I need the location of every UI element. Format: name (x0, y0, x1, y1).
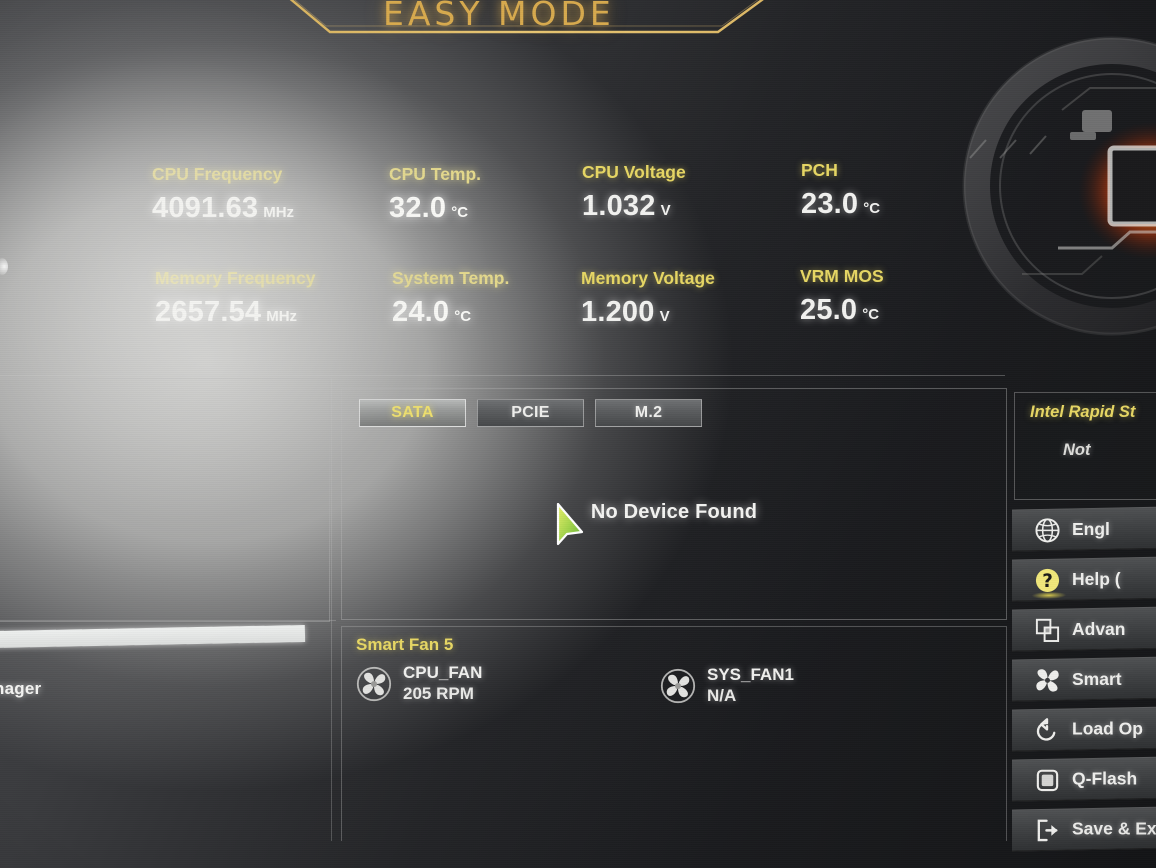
bios-easy-mode-screen: EASY MODE CPU Frequency 4091.63 MHz CPU T… (0, 0, 1156, 868)
monitor-cell-memory-frequency: Memory Frequency 2657.54 MHz (155, 268, 315, 329)
monitor-value: 1.032 V (582, 190, 686, 223)
globe-icon (1035, 517, 1060, 542)
advanced-mode-icon (1035, 618, 1060, 642)
fan-text-block: SYS_FAN1 N/A (707, 665, 794, 706)
fan-icon (1036, 668, 1059, 692)
monitor-label: System Temp. (392, 268, 510, 288)
menu-item-label: Save & Ex (1072, 818, 1156, 839)
menu-item-q-flash[interactable]: Q-Flash (1012, 756, 1156, 802)
monitor-unit: °C (454, 308, 472, 325)
monitor-unit: MHz (266, 308, 298, 325)
fan-icon (356, 666, 392, 701)
menu-item-label: Smart (1072, 668, 1122, 689)
monitor-cell-pch: PCH 23.0 °C (801, 160, 880, 221)
intel-rapid-start-panel: Intel Rapid St Not (1014, 392, 1156, 500)
monitor-value: 32.0 °C (389, 192, 481, 225)
monitor-unit: °C (862, 306, 880, 323)
storage-info-panel: SATA PCIE M.2 No Device Found (341, 388, 1007, 620)
monitor-cell-vrm-mos: VRM MOS 25.0 °C (800, 266, 884, 327)
menu-item-label: Advan (1072, 618, 1126, 639)
monitor-value: 25.0 °C (800, 294, 884, 327)
menu-item-label: Q-Flash (1072, 768, 1138, 789)
monitor-number: 1.200 (581, 296, 655, 328)
exit-arrow-icon (1037, 819, 1058, 841)
fan-reading: N/A (707, 685, 737, 705)
monitor-label: CPU Temp. (389, 164, 482, 184)
menu-item-save-and-exit[interactable]: Save & Ex (1012, 806, 1156, 852)
menu-item-label: Load Op (1072, 718, 1143, 739)
chip-icon (1036, 769, 1059, 791)
no-device-message: No Device Found (590, 500, 758, 523)
monitor-number: 32.0 (389, 192, 447, 224)
fan-name: SYS_FAN1 (707, 665, 794, 684)
left-info-panel (0, 378, 330, 622)
monitor-number: 25.0 (800, 294, 858, 326)
right-side-menu: Engl ? Help ( Advan Smart Load Op Q-Flas… (1012, 506, 1156, 858)
monitor-label: CPU Voltage (582, 162, 686, 182)
monitor-unit: V (660, 202, 671, 219)
undo-arrow-icon (1036, 717, 1056, 741)
monitor-cell-cpu-temp: CPU Temp. 32.0 °C (389, 164, 481, 225)
smart-fan-panel: Smart Fan 5 CPU_FAN 205 RPM SYS_FAN1 N/A (341, 626, 1007, 841)
intel-rapid-start-status: Not (1063, 441, 1091, 459)
intel-rapid-start-title: Intel Rapid St (1030, 403, 1136, 421)
left-selection-highlight-bar[interactable] (0, 624, 306, 649)
fan-text-block: CPU_FAN 205 RPM (403, 663, 482, 704)
svg-text:?: ? (1042, 571, 1053, 592)
left-truncated-label: nager (0, 679, 42, 698)
monitor-cell-cpu-voltage: CPU Voltage 1.032 V (582, 162, 686, 223)
monitor-label: VRM MOS (800, 266, 884, 286)
monitor-number: 23.0 (801, 188, 859, 220)
menu-item-label: Engl (1072, 518, 1110, 539)
monitor-number: 1.032 (582, 190, 656, 222)
monitor-number: 2657.54 (155, 296, 262, 328)
menu-item-help[interactable]: ? Help ( (1012, 556, 1156, 602)
divider-vertical-left (331, 378, 332, 841)
monitor-value: 1.200 V (581, 296, 715, 329)
fan-entry-cpu-fan[interactable]: CPU_FAN 205 RPM (356, 663, 482, 704)
monitor-number: 24.0 (392, 296, 450, 328)
monitor-label: PCH (801, 160, 838, 180)
header: EASY MODE (0, 0, 1156, 44)
hardware-monitor-strip: CPU Frequency 4091.63 MHz CPU Temp. 32.0 °… (0, 140, 1010, 372)
monitor-cell-system-temp: System Temp. 24.0 °C (392, 268, 509, 329)
question-mark-icon: ? (1035, 568, 1060, 592)
monitor-value: 24.0 °C (392, 296, 509, 329)
smart-fan-title: Smart Fan 5 (356, 635, 454, 654)
monitor-value: 4091.63 MHz (152, 192, 294, 225)
monitor-label: Memory Voltage (581, 268, 715, 288)
monitor-unit: V (659, 308, 670, 325)
fan-reading: 205 RPM (403, 683, 474, 703)
menu-item-language[interactable]: Engl (1012, 506, 1156, 552)
monitor-label: CPU Frequency (152, 164, 283, 184)
page-title: EASY MODE (383, 0, 615, 33)
monitor-number: 4091.63 (152, 192, 259, 224)
monitor-label: Memory Frequency (155, 268, 316, 288)
monitor-value: 23.0 °C (801, 188, 880, 221)
monitor-unit: °C (863, 200, 881, 217)
menu-item-label: Help ( (1072, 568, 1121, 589)
monitor-unit: MHz (263, 204, 295, 221)
fan-entry-sys-fan1[interactable]: SYS_FAN1 N/A (660, 665, 794, 706)
menu-item-advanced-mode[interactable]: Advan (1012, 606, 1156, 652)
divider-horizontal-left (0, 620, 336, 621)
menu-item-load-optimized-defaults[interactable]: Load Op (1012, 706, 1156, 752)
fan-icon (660, 668, 696, 703)
monitor-cell-memory-voltage: Memory Voltage 1.200 V (581, 268, 715, 329)
monitor-value: 2657.54 MHz (155, 296, 315, 329)
menu-item-smart-fan[interactable]: Smart (1012, 656, 1156, 702)
divider-horizontal-top (0, 375, 1005, 376)
monitor-cell-cpu-frequency: CPU Frequency 4091.63 MHz (152, 164, 294, 225)
fan-name: CPU_FAN (403, 663, 483, 682)
monitor-unit: °C (451, 204, 469, 221)
